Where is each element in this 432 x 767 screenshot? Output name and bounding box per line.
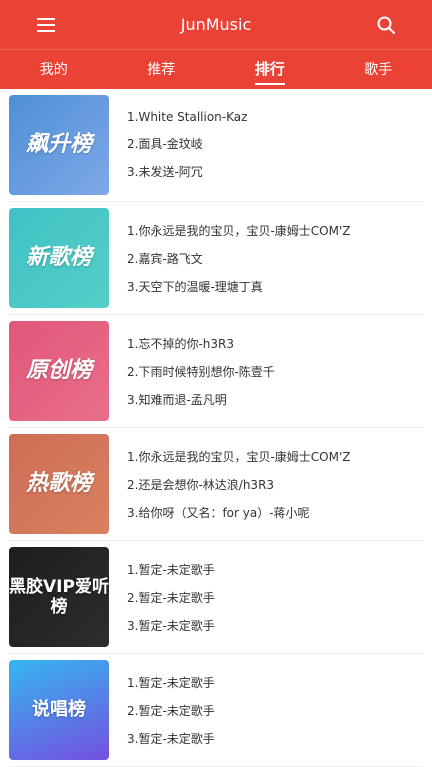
tab-singer[interactable]: 歌手 <box>364 57 392 83</box>
song-line: 2.暂定-未定歌手 <box>127 590 215 605</box>
song-line: 1.你永远是我的宝贝，宝贝-康姆士COM'Z <box>127 449 351 464</box>
ranking-cover: 飙升榜 <box>9 95 109 195</box>
ranking-songs: 1.White Stallion-Kaz 2.面具-金玟岐 3.未发送-阿冗 <box>127 110 247 180</box>
song-line: 3.知难而退-孟凡明 <box>127 392 227 407</box>
hamburger-menu-icon[interactable] <box>36 15 56 35</box>
song-line: 3.给你呀（又名：for ya）-蒋小呢 <box>127 505 310 520</box>
ranking-songs: 1.暂定-未定歌手 2.暂定-未定歌手 3.暂定-未定歌手 <box>127 561 215 634</box>
song-line: 3.未发送-阿冗 <box>127 165 203 179</box>
app-title: JunMusic <box>180 15 252 34</box>
tab-mine[interactable]: 我的 <box>40 57 68 83</box>
song-line: 2.还是会想你-林达浪/h3R3 <box>127 477 275 492</box>
ranking-item[interactable]: 黑胶VIP爱听榜 1.暂定-未定歌手 2.暂定-未定歌手 3.暂定-未定歌手 <box>9 541 423 654</box>
top-bar: JunMusic <box>0 0 432 49</box>
song-line: 2.暂定-未定歌手 <box>127 703 215 718</box>
song-line: 1.暂定-未定歌手 <box>127 675 215 690</box>
song-line: 1.你永远是我的宝贝，宝贝-康姆士COM'Z <box>127 223 351 238</box>
ranking-cover: 热歌榜 <box>9 434 109 534</box>
song-line: 3.暂定-未定歌手 <box>127 731 215 746</box>
tab-ranking[interactable]: 排行 <box>254 56 285 85</box>
song-line: 2.下雨时候特别想你-陈壹千 <box>127 364 275 379</box>
ranking-songs: 1.你永远是我的宝贝，宝贝-康姆士COM'Z 2.嘉宾-路飞文 3.天空下的温暖… <box>127 222 350 295</box>
ranking-item[interactable]: 新歌榜 1.你永远是我的宝贝，宝贝-康姆士COM'Z 2.嘉宾-路飞文 3.天空… <box>9 202 423 315</box>
song-line: 1.暂定-未定歌手 <box>127 562 215 577</box>
ranking-list: 飙升榜 1.White Stallion-Kaz 2.面具-金玟岐 3.未发送-… <box>0 89 432 767</box>
ranking-item[interactable]: 说唱榜 1.暂定-未定歌手 2.暂定-未定歌手 3.暂定-未定歌手 <box>9 654 423 767</box>
song-line: 3.暂定-未定歌手 <box>127 618 215 633</box>
song-line: 1.忘不掉的你-h3R3 <box>127 336 234 351</box>
ranking-item[interactable]: 原创榜 1.忘不掉的你-h3R3 2.下雨时候特别想你-陈壹千 3.知难而退-孟… <box>9 315 423 428</box>
ranking-cover: 说唱榜 <box>9 660 109 760</box>
song-line: 3.天空下的温暖-理塘丁真 <box>127 279 263 294</box>
ranking-songs: 1.忘不掉的你-h3R3 2.下雨时候特别想你-陈壹千 3.知难而退-孟凡明 <box>127 335 275 408</box>
tab-recommend[interactable]: 推荐 <box>147 57 175 83</box>
ranking-cover: 新歌榜 <box>9 208 109 308</box>
search-icon[interactable] <box>376 15 396 35</box>
ranking-cover: 原创榜 <box>9 321 109 421</box>
ranking-cover: 黑胶VIP爱听榜 <box>9 547 109 647</box>
ranking-item[interactable]: 飙升榜 1.White Stallion-Kaz 2.面具-金玟岐 3.未发送-… <box>9 89 423 202</box>
ranking-songs: 1.你永远是我的宝贝，宝贝-康姆士COM'Z 2.还是会想你-林达浪/h3R3 … <box>127 448 350 521</box>
song-line: 2.面具-金玟岐 <box>127 137 203 151</box>
ranking-item[interactable]: 热歌榜 1.你永远是我的宝贝，宝贝-康姆士COM'Z 2.还是会想你-林达浪/h… <box>9 428 423 541</box>
song-line: 1.White Stallion-Kaz <box>127 110 248 124</box>
tab-bar: 我的 推荐 排行 歌手 <box>0 49 432 89</box>
ranking-songs: 1.暂定-未定歌手 2.暂定-未定歌手 3.暂定-未定歌手 <box>127 674 215 747</box>
song-line: 2.嘉宾-路飞文 <box>127 251 203 266</box>
